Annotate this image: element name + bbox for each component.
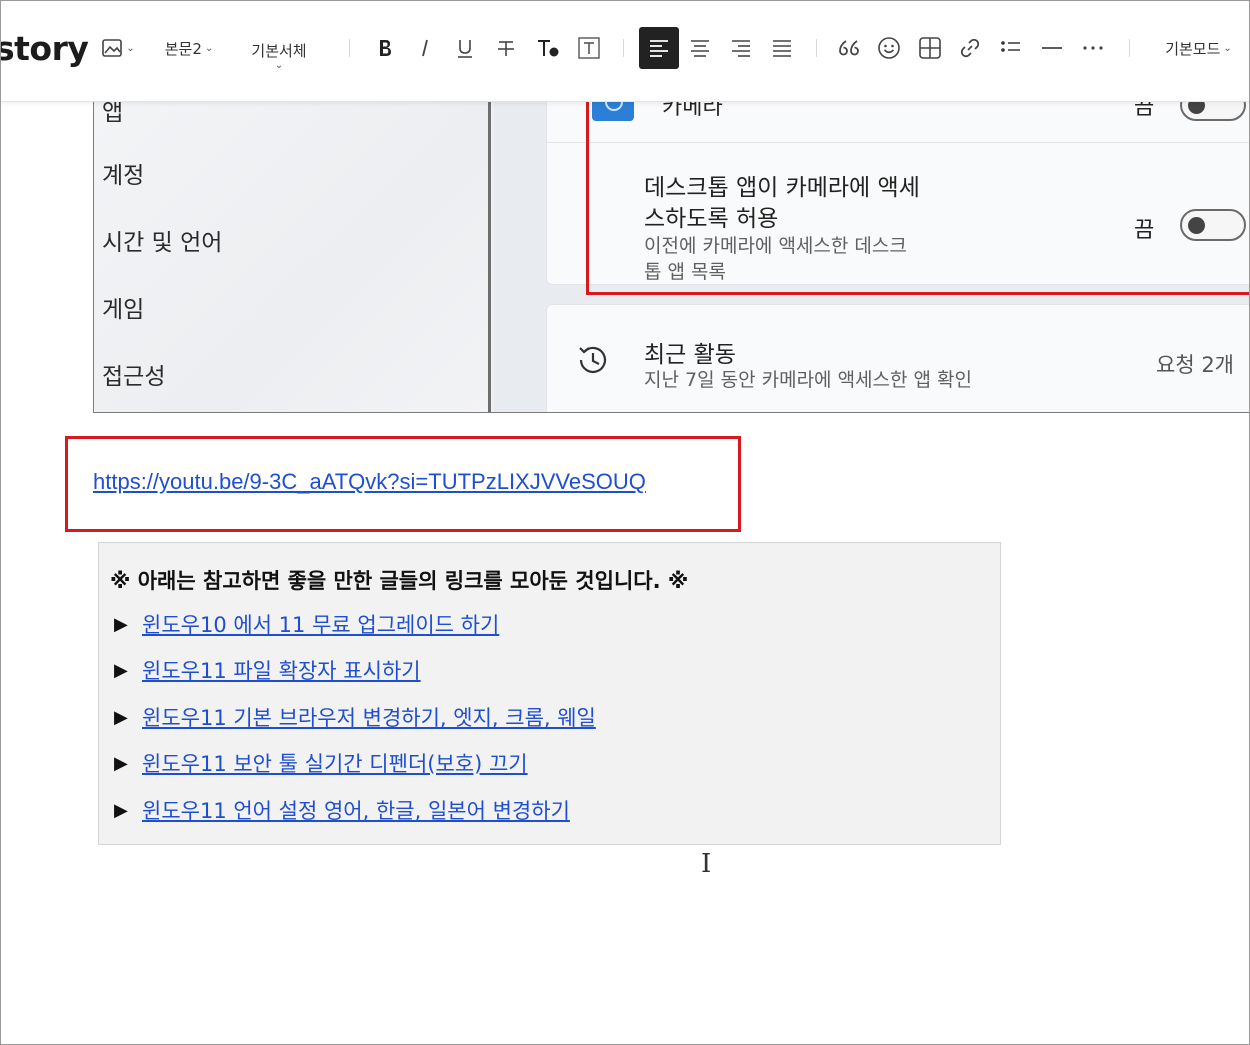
recent-activity-title: 최근 활동 bbox=[644, 342, 736, 368]
link-icon bbox=[960, 38, 980, 58]
align-right-button[interactable] bbox=[727, 31, 755, 65]
triangle-bullet-icon: ▶ bbox=[114, 659, 128, 681]
reference-link[interactable]: 윈도우11 언어 설정 영어, 한글, 일본어 변경하기 bbox=[142, 795, 570, 825]
toolbar-divider bbox=[1129, 39, 1130, 57]
reference-link-item: ▶ 윈도우11 기본 브라우저 변경하기, 엣지, 크롬, 웨일 bbox=[114, 702, 596, 732]
italic-button[interactable] bbox=[411, 31, 439, 65]
text-background-button[interactable] bbox=[575, 31, 603, 65]
triangle-bullet-icon: ▶ bbox=[114, 799, 128, 821]
paragraph-style-select[interactable]: 본문2 ⌄ bbox=[156, 31, 222, 65]
highlight-box-desktop-access bbox=[586, 89, 1249, 295]
reference-link[interactable]: 윈도우11 보안 툴 실기간 디펜더(보호) 끄기 bbox=[142, 748, 528, 778]
tistory-logo[interactable]: story bbox=[1, 29, 89, 68]
sidebar-item-gaming: 게임 bbox=[102, 297, 145, 323]
reference-heading: ※ 아래는 참고하면 좋을 만한 글들의 링크를 모아둔 것입니다. ※ bbox=[110, 569, 689, 593]
text-cursor-icon: I bbox=[701, 849, 712, 879]
underline-icon bbox=[458, 40, 472, 58]
text-color-icon bbox=[538, 40, 559, 57]
reference-link-item: ▶ 윈도우11 파일 확장자 표시하기 bbox=[114, 655, 421, 685]
horizontal-line-icon bbox=[1042, 47, 1062, 49]
image-icon bbox=[102, 39, 123, 57]
text-background-icon bbox=[578, 37, 600, 59]
editor-window: story ⌄ 본문2 ⌄ 기본서체 ⌄ 기본모드 ⌄ 앱 계정 시간 및 언어… bbox=[0, 0, 1250, 1045]
bold-icon bbox=[380, 40, 391, 56]
chevron-down-icon: ⌄ bbox=[126, 42, 135, 54]
youtube-link-box: https://youtu.be/9-3C_aATQvk?si=TUTPzLIX… bbox=[65, 436, 741, 532]
table-button[interactable] bbox=[916, 31, 944, 65]
reference-link-item: ▶ 윈도우10 에서 11 무료 업그레이드 하기 bbox=[114, 609, 499, 639]
more-icon bbox=[1083, 46, 1103, 50]
align-left-button[interactable] bbox=[639, 27, 679, 69]
youtube-link[interactable]: https://youtu.be/9-3C_aATQvk?si=TUTPzLIX… bbox=[93, 469, 646, 495]
image-insert-button[interactable]: ⌄ bbox=[98, 31, 138, 65]
quote-icon bbox=[839, 40, 859, 56]
recent-activity-subtitle: 지난 7일 동안 카메라에 액세스한 앱 확인 bbox=[644, 369, 973, 391]
settings-sidebar: 앱 계정 시간 및 언어 게임 접근성 bbox=[94, 91, 491, 412]
bold-button[interactable] bbox=[371, 31, 399, 65]
strikethrough-icon bbox=[498, 41, 514, 56]
link-button[interactable] bbox=[956, 31, 984, 65]
bullet-list-icon bbox=[1001, 41, 1020, 52]
chevron-down-icon: ⌄ bbox=[274, 59, 284, 71]
recent-activity-count: 요청 2개 bbox=[1156, 353, 1234, 377]
align-justify-icon bbox=[773, 40, 791, 57]
reference-link-item: ▶ 윈도우11 언어 설정 영어, 한글, 일본어 변경하기 bbox=[114, 795, 570, 825]
italic-icon bbox=[422, 39, 428, 57]
toolbar-divider bbox=[623, 39, 624, 57]
align-center-icon bbox=[691, 40, 709, 57]
font-family-select[interactable]: 기본서체 ⌄ bbox=[239, 33, 319, 77]
sidebar-item-accessibility: 접근성 bbox=[102, 364, 166, 390]
table-icon bbox=[919, 37, 941, 59]
sidebar-item-time-language: 시간 및 언어 bbox=[102, 230, 223, 256]
reference-links-box: ※ 아래는 참고하면 좋을 만한 글들의 링크를 모아둔 것입니다. ※ ▶ 윈도… bbox=[98, 542, 1001, 845]
emoticon-button[interactable] bbox=[875, 31, 903, 65]
triangle-bullet-icon: ▶ bbox=[114, 752, 128, 774]
align-center-button[interactable] bbox=[686, 31, 714, 65]
horizontal-rule-button[interactable] bbox=[1038, 31, 1066, 65]
toolbar-divider bbox=[349, 39, 350, 57]
smiley-icon bbox=[878, 37, 900, 59]
text-color-button[interactable] bbox=[532, 31, 564, 65]
editor-toolbar: story ⌄ 본문2 ⌄ 기본서체 ⌄ 기본모드 ⌄ bbox=[1, 1, 1249, 102]
toolbar-divider bbox=[816, 39, 817, 57]
more-options-button[interactable] bbox=[1079, 31, 1107, 65]
underline-button[interactable] bbox=[451, 31, 479, 65]
align-justify-button[interactable] bbox=[768, 31, 796, 65]
strikethrough-button[interactable] bbox=[492, 31, 520, 65]
sidebar-item-accounts: 계정 bbox=[102, 163, 145, 189]
align-left-icon bbox=[650, 40, 668, 57]
reference-link[interactable]: 윈도우11 파일 확장자 표시하기 bbox=[142, 655, 421, 685]
editor-mode-select[interactable]: 기본모드 ⌄ bbox=[1151, 31, 1246, 65]
reference-link[interactable]: 윈도우11 기본 브라우저 변경하기, 엣지, 크롬, 웨일 bbox=[142, 702, 596, 732]
history-icon bbox=[579, 346, 607, 373]
align-right-icon bbox=[732, 40, 750, 57]
triangle-bullet-icon: ▶ bbox=[114, 613, 128, 635]
quote-button[interactable] bbox=[835, 31, 863, 65]
triangle-bullet-icon: ▶ bbox=[114, 706, 128, 728]
bullet-list-button[interactable] bbox=[997, 31, 1025, 65]
reference-link[interactable]: 윈도우10 에서 11 무료 업그레이드 하기 bbox=[142, 609, 499, 639]
chevron-down-icon: ⌄ bbox=[204, 42, 214, 54]
reference-link-item: ▶ 윈도우11 보안 툴 실기간 디펜더(보호) 끄기 bbox=[114, 748, 528, 778]
chevron-down-icon: ⌄ bbox=[1223, 42, 1232, 54]
